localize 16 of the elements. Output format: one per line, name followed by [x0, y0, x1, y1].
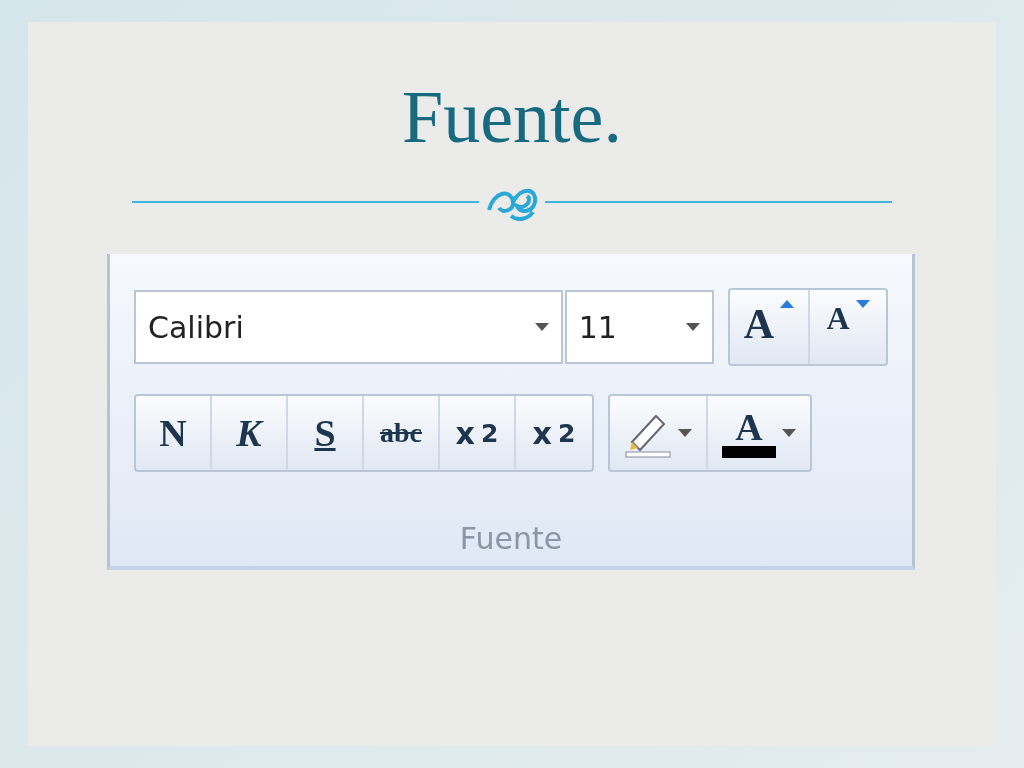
font-size-dropdown[interactable]: 11	[564, 290, 714, 364]
down-triangle-icon	[855, 300, 870, 308]
slide-title: Fuente.	[402, 80, 622, 154]
caret-icon	[678, 429, 692, 437]
caret-icon	[685, 323, 700, 331]
caret-icon	[534, 323, 549, 331]
strike-button[interactable]: abc	[364, 396, 440, 470]
grow-font-button[interactable]: A	[729, 290, 810, 364]
font-name-dropdown[interactable]: Calibri	[134, 290, 563, 364]
shrink-font-button[interactable]: A	[810, 290, 886, 364]
underline-button[interactable]: S	[288, 396, 364, 470]
caret-icon	[782, 429, 796, 437]
up-triangle-icon	[780, 300, 794, 308]
group-label: Fuente	[458, 521, 564, 556]
bold-button[interactable]: N	[136, 396, 212, 470]
italic-button[interactable]: K	[212, 396, 288, 470]
